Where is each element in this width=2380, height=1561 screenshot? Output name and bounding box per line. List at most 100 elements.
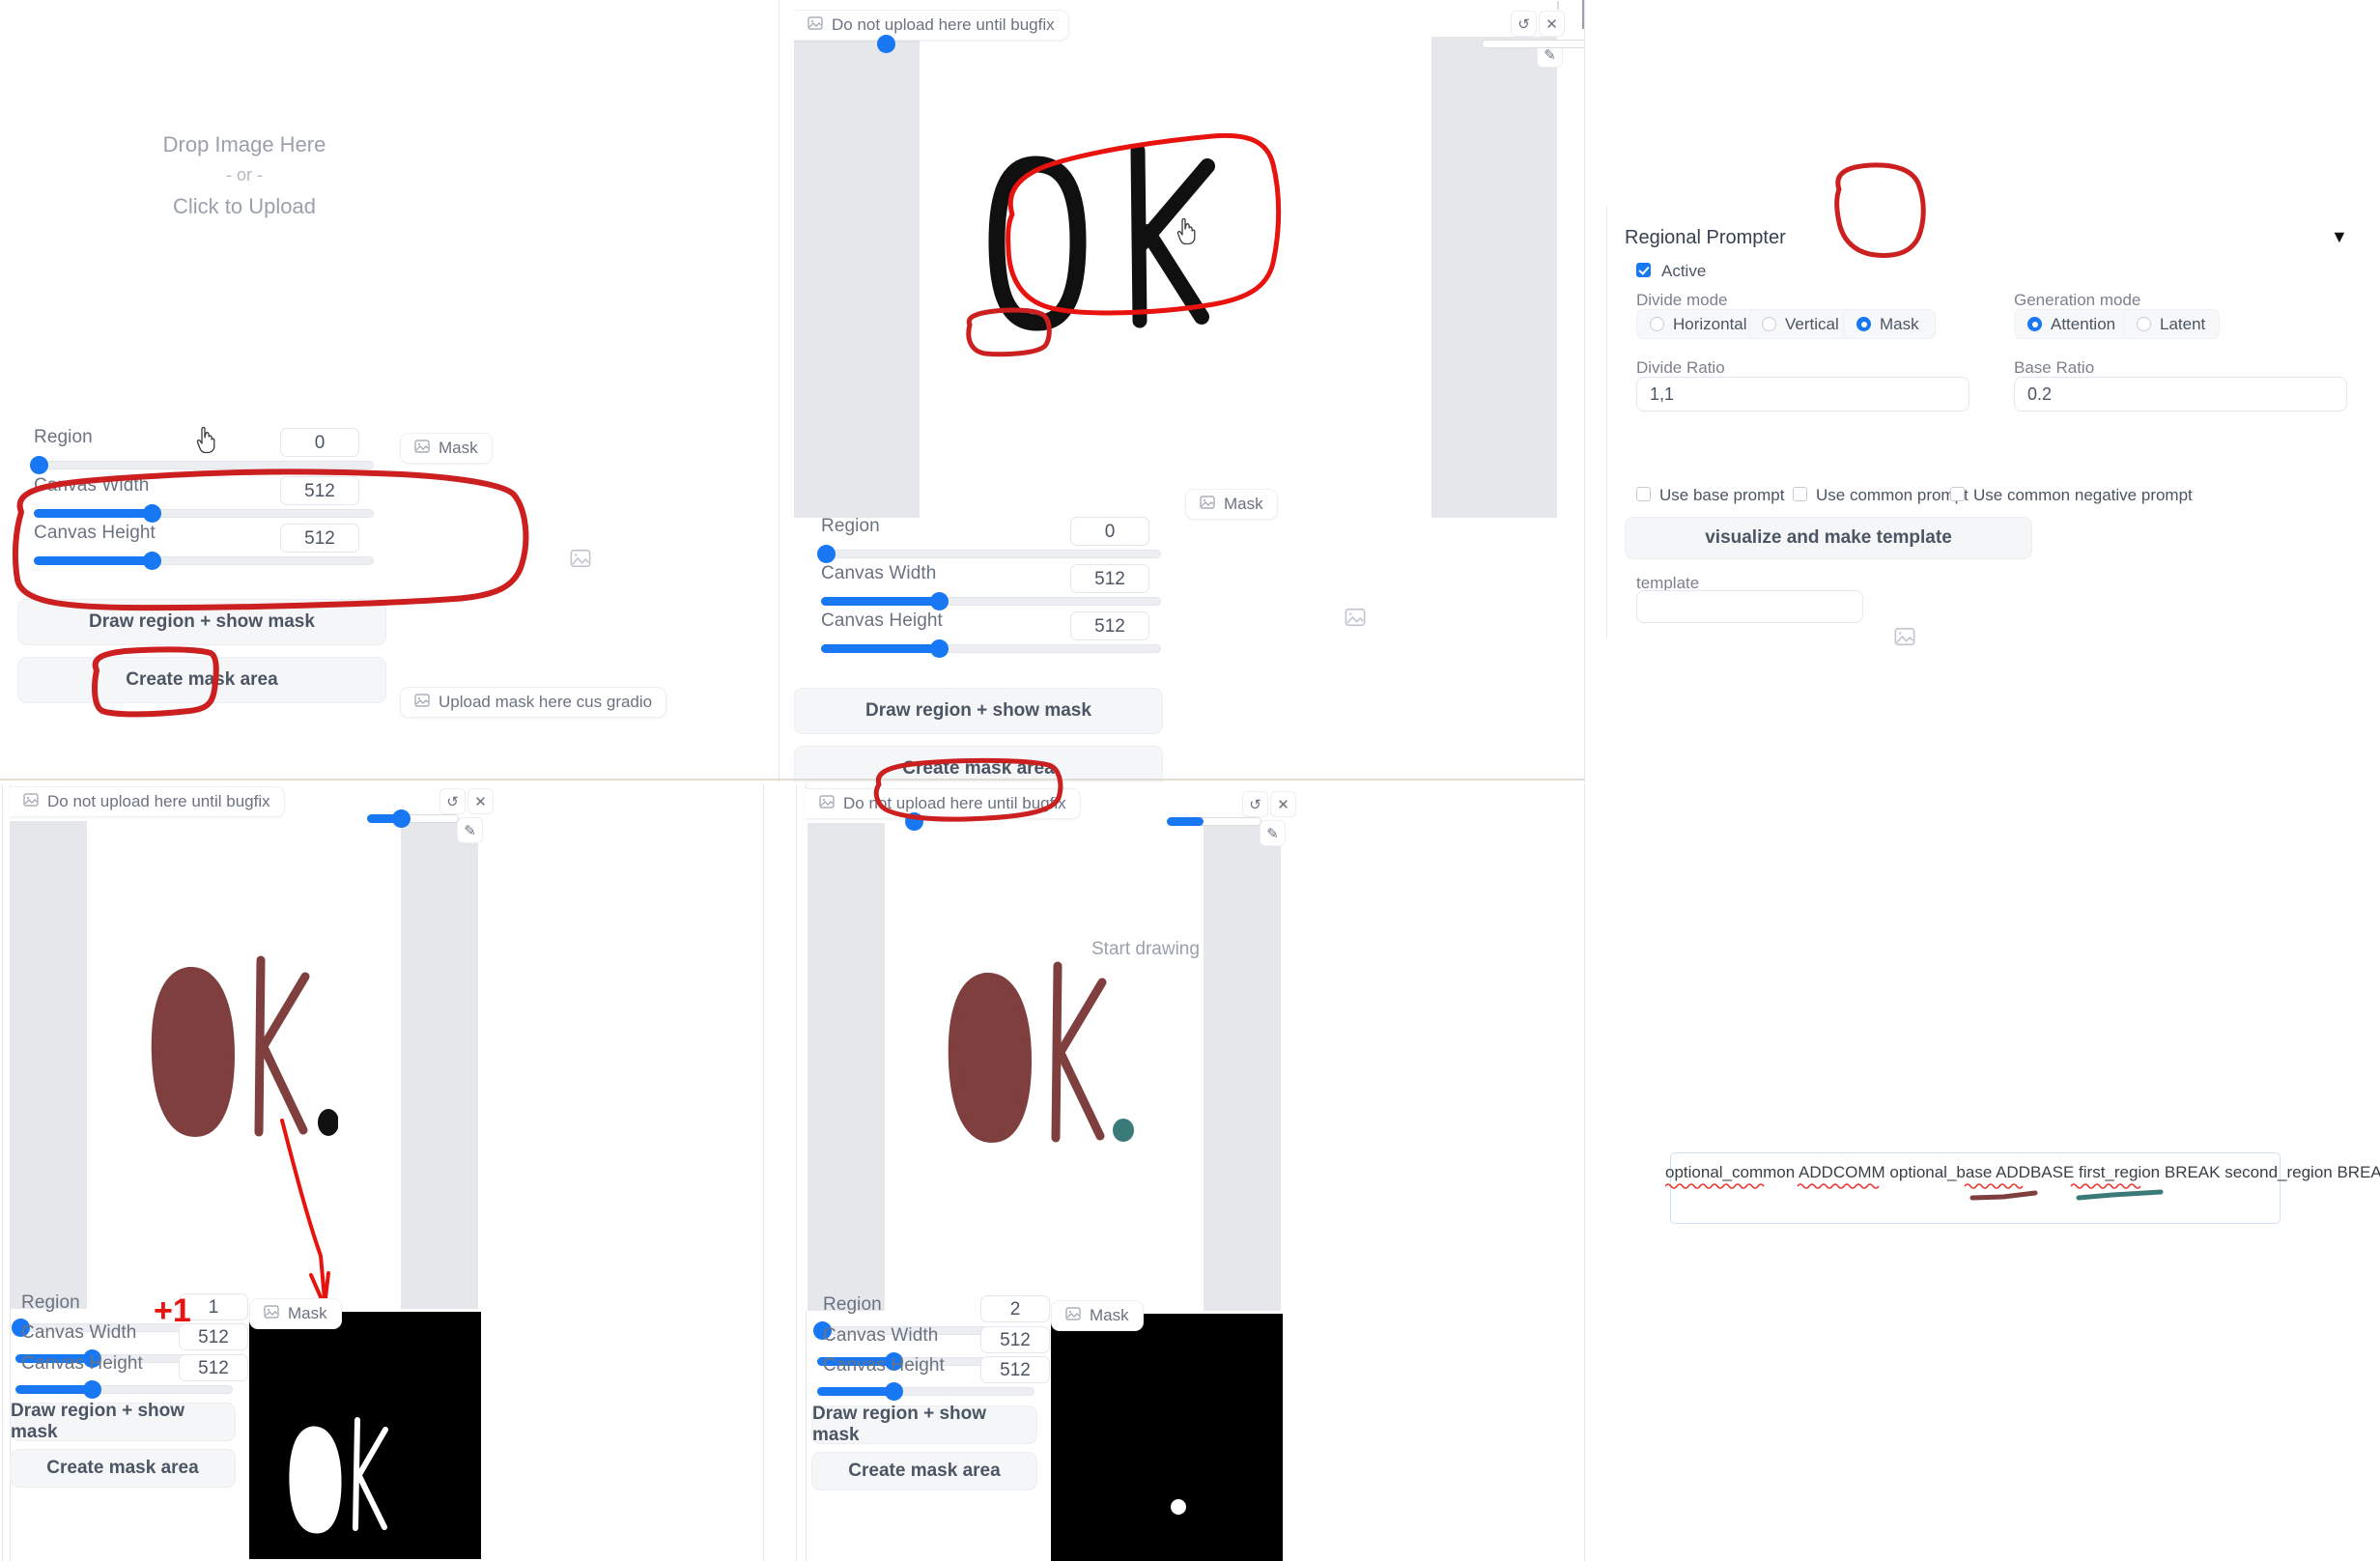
draw-region-show-mask-button[interactable]: Draw region + show mask — [10, 1401, 236, 1442]
region-slider-track[interactable] — [34, 461, 374, 469]
image-dropzone[interactable] — [17, 0, 761, 512]
image-icon — [23, 792, 39, 812]
image-icon — [264, 1304, 279, 1324]
canvas-height-knob[interactable] — [83, 1380, 101, 1399]
divide-mode-vertical[interactable]: Vertical — [1748, 309, 1856, 339]
base-ratio-input[interactable]: 0.2 — [2014, 377, 2347, 412]
mouse-cursor-pointer — [196, 426, 215, 454]
generation-mode-attention[interactable]: Attention — [2014, 309, 2133, 339]
create-mask-area-button[interactable]: Create mask area — [811, 1452, 1037, 1490]
upload-mask-chip[interactable]: Upload mask here cus gradio — [400, 687, 667, 718]
canvas-width-knob[interactable] — [143, 504, 161, 523]
dropzone-line2: - or - — [226, 165, 263, 185]
region-value-input[interactable]: 0 — [1070, 517, 1149, 546]
image-icon — [414, 693, 430, 713]
sketch-ok-drawing — [988, 143, 1215, 331]
brush-size-knob[interactable] — [877, 35, 895, 53]
panel-divider-horizontal — [0, 779, 1584, 780]
create-mask-area-button[interactable]: Create mask area — [17, 657, 386, 703]
region-value-input[interactable]: 0 — [280, 428, 359, 457]
canvas-height-label: Canvas Height — [34, 523, 156, 543]
mask-output-chip[interactable]: Mask — [249, 1298, 342, 1329]
create-mask-area-button[interactable]: Create mask area — [10, 1449, 236, 1488]
region-slider-track[interactable] — [821, 550, 1161, 558]
canvas-width-label: Canvas Width — [821, 563, 937, 583]
canvas-height-input[interactable]: 512 — [179, 1354, 248, 1381]
draw-region-show-mask-button[interactable]: Draw region + show mask — [811, 1404, 1037, 1445]
generation-mode-latent[interactable]: Latent — [2123, 309, 2220, 339]
regional-prompter-image-placeholder-icon — [1894, 626, 1915, 652]
mouse-cursor-pointer — [1176, 217, 1196, 245]
dropzone-line3: Click to Upload — [173, 193, 316, 218]
canvas-height-knob[interactable] — [885, 1382, 903, 1401]
divide-ratio-input[interactable]: 1,1 — [1636, 377, 1969, 412]
panel-inner-rule-2 — [796, 784, 797, 1561]
canvas-height-knob[interactable] — [143, 552, 161, 570]
divide-mode-horizontal[interactable]: Horizontal — [1636, 309, 1762, 339]
draw-region-show-mask-button[interactable]: Draw region + show mask — [794, 688, 1163, 734]
panel-inner-rule-2 — [2, 784, 3, 1561]
brush-size-track[interactable] — [1482, 40, 1584, 48]
mask-output-chip[interactable]: Mask — [400, 433, 493, 464]
prompt-textarea[interactable]: optional_common ADDCOMM optional_base AD… — [1665, 1152, 2380, 1224]
create-mask-area-button[interactable]: Create mask area — [794, 746, 1163, 782]
use-common-negative-prompt-label: Use common negative prompt — [1973, 486, 2193, 504]
upload-warning-chip[interactable]: Do not upload here until bugfix — [806, 788, 1081, 819]
upload-warning-chip[interactable]: Do not upload here until bugfix — [794, 10, 1069, 41]
upload-warning-label: Do not upload here until bugfix — [832, 15, 1055, 34]
prompt-text: optional_common ADDCOMM optional_base AD… — [1665, 1163, 2380, 1181]
mask-output-image — [249, 1312, 481, 1559]
region-slider-knob[interactable] — [817, 545, 836, 563]
brush-icon[interactable]: ✎ — [1260, 820, 1286, 846]
radio-icon-selected — [2027, 317, 2042, 331]
radio-icon-selected — [1856, 317, 1871, 331]
canvas-height-fill — [821, 644, 939, 653]
brush-size-knob[interactable] — [392, 809, 411, 828]
region-value-input[interactable]: 2 — [980, 1295, 1050, 1322]
canvas-height-input[interactable]: 512 — [980, 1356, 1050, 1383]
panel-bottom-middle-region2: Do not upload here until bugfix ↺ ✕ ✎ St… — [792, 784, 1584, 1561]
use-common-negative-prompt-checkbox[interactable] — [1950, 487, 1965, 501]
visualize-and-make-template-button[interactable]: visualize and make template — [1625, 517, 2032, 559]
generation-mode-latent-label: Latent — [2160, 314, 2206, 333]
undo-icon[interactable]: ↺ — [439, 788, 466, 814]
canvas-width-input[interactable]: 512 — [1070, 564, 1149, 593]
mask-output-chip[interactable]: Mask — [1185, 489, 1278, 520]
undo-icon[interactable]: ↺ — [1511, 11, 1537, 37]
radio-icon — [1762, 317, 1776, 331]
upload-mask-chip-label: Upload mask here cus gradio — [439, 693, 653, 711]
brush-icon[interactable]: ✎ — [457, 817, 483, 843]
upload-warning-label: Do not upload here until bugfix — [843, 794, 1066, 812]
divide-mode-horizontal-label: Horizontal — [1673, 314, 1747, 333]
region-label: Region — [823, 1294, 882, 1315]
region-label: Region — [21, 1292, 80, 1313]
mask-chip-label: Mask — [288, 1304, 327, 1322]
divide-mode-mask[interactable]: Mask — [1843, 309, 1936, 339]
close-icon[interactable]: ✕ — [468, 788, 494, 814]
canvas-height-input[interactable]: 512 — [1070, 611, 1149, 640]
undo-icon[interactable]: ↺ — [1242, 791, 1268, 817]
use-common-prompt-checkbox[interactable] — [1793, 487, 1807, 501]
draw-region-show-mask-button[interactable]: Draw region + show mask — [17, 599, 386, 645]
image-icon — [414, 439, 430, 459]
mask-output-chip[interactable]: Mask — [1051, 1300, 1144, 1331]
canvas-height-label: Canvas Height — [823, 1355, 945, 1376]
canvas-width-input[interactable]: 512 — [980, 1326, 1050, 1353]
brush-size-knob[interactable] — [905, 812, 923, 831]
upload-warning-chip[interactable]: Do not upload here until bugfix — [10, 786, 285, 817]
canvas-height-fill — [34, 556, 152, 565]
chevron-down-icon[interactable]: ▼ — [2331, 227, 2348, 247]
image-icon — [819, 794, 835, 814]
region-slider-knob[interactable] — [30, 456, 48, 474]
canvas-height-knob[interactable] — [930, 639, 949, 658]
close-icon[interactable]: ✕ — [1270, 791, 1296, 817]
canvas-width-knob[interactable] — [930, 592, 949, 610]
template-input[interactable] — [1636, 590, 1863, 623]
active-checkbox[interactable] — [1636, 263, 1651, 277]
prompt-region-underlines — [1969, 1189, 2164, 1201]
use-base-prompt-checkbox[interactable] — [1636, 487, 1651, 501]
close-icon[interactable]: ✕ — [1539, 11, 1565, 37]
mask-chip-label: Mask — [1224, 495, 1263, 513]
canvas-width-input[interactable]: 512 — [280, 476, 359, 505]
canvas-height-input[interactable]: 512 — [280, 524, 359, 553]
